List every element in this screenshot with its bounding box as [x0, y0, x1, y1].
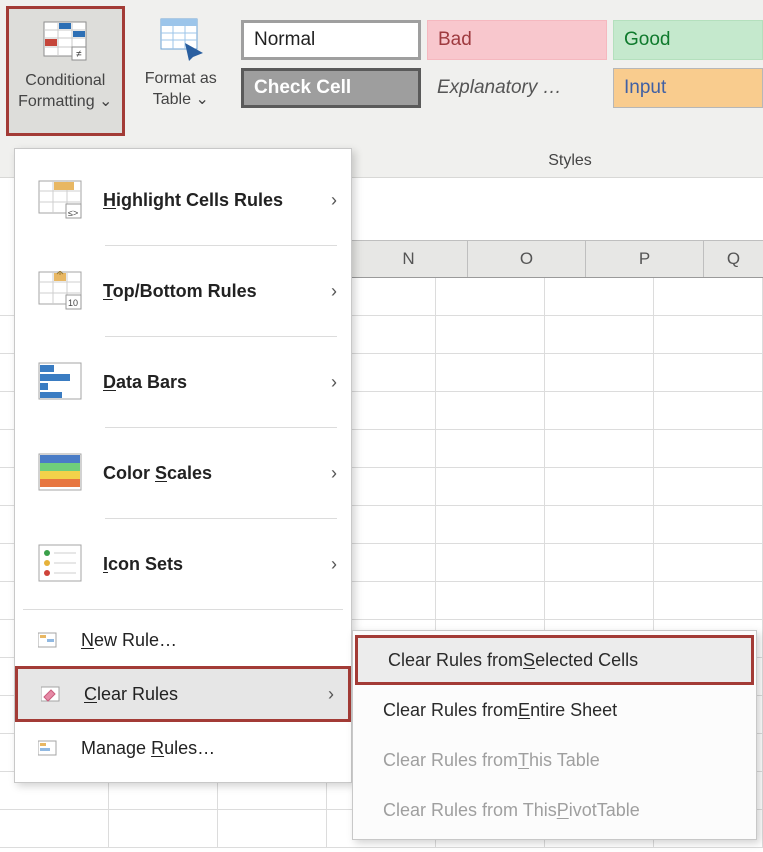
menu-label: Data Bars — [103, 372, 331, 393]
col-header-Q[interactable]: Q — [704, 241, 763, 277]
menu-highlight-cells-rules[interactable]: ≤> Highlight Cells Rules › — [15, 159, 351, 241]
menu-top-bottom-rules[interactable]: 10 Top/Bottom Rules › — [15, 250, 351, 332]
chevron-right-icon: › — [331, 554, 337, 575]
col-header-N[interactable]: N — [350, 241, 468, 277]
style-input[interactable]: Input — [613, 68, 763, 108]
menu-manage-rules[interactable]: Manage Rules… — [15, 722, 351, 774]
menu-separator — [23, 609, 343, 610]
chevron-right-icon: › — [331, 190, 337, 211]
column-headers[interactable]: N O P Q — [350, 240, 763, 278]
style-check-cell[interactable]: Check Cell — [241, 68, 421, 108]
format-as-table-label: Format as Table ⌄ — [144, 69, 218, 111]
menu-separator — [105, 518, 337, 519]
conditional-formatting-menu: ≤> Highlight Cells Rules › 10 Top/Bottom… — [14, 148, 352, 783]
menu-label: Highlight Cells Rules — [103, 190, 331, 211]
color-scales-icon — [37, 450, 83, 496]
data-bars-icon — [37, 359, 83, 405]
chevron-right-icon: › — [328, 684, 334, 705]
conditional-formatting-button[interactable]: ≠ Conditional Formatting ⌄ — [6, 6, 125, 136]
svg-text:≠: ≠ — [76, 49, 82, 60]
menu-label: Color Scales — [103, 463, 331, 484]
clear-rules-submenu: Clear Rules from Selected Cells Clear Ru… — [352, 630, 757, 840]
svg-text:≤>: ≤> — [68, 208, 78, 218]
svg-text:10: 10 — [68, 298, 78, 308]
menu-separator — [105, 336, 337, 337]
menu-new-rule[interactable]: New Rule… — [15, 614, 351, 666]
menu-separator — [105, 427, 337, 428]
styles-group-label: Styles — [450, 152, 690, 170]
col-header-P[interactable]: P — [586, 241, 704, 277]
style-good[interactable]: Good — [613, 20, 763, 60]
conditional-formatting-icon: ≠ — [41, 17, 89, 65]
new-rule-icon — [37, 629, 59, 651]
clear-rules-icon — [40, 683, 62, 705]
col-header-O[interactable]: O — [468, 241, 586, 277]
menu-clear-rules[interactable]: Clear Rules › — [15, 666, 351, 722]
format-as-table-button[interactable]: Format as Table ⌄ — [137, 6, 225, 136]
menu-color-scales[interactable]: Color Scales › — [15, 432, 351, 514]
chevron-right-icon: › — [331, 372, 337, 393]
conditional-formatting-label: Conditional Formatting ⌄ — [15, 71, 116, 113]
menu-icon-sets[interactable]: Icon Sets › — [15, 523, 351, 605]
cell-styles-gallery[interactable]: Normal Bad Good Check Cell Explanatory …… — [241, 20, 763, 108]
style-explanatory[interactable]: Explanatory … — [427, 68, 607, 108]
menu-label: Clear Rules — [84, 684, 328, 705]
menu-label: Top/Bottom Rules — [103, 281, 331, 302]
style-bad[interactable]: Bad — [427, 20, 607, 60]
highlight-cells-icon: ≤> — [37, 177, 83, 223]
top-bottom-icon: 10 — [37, 268, 83, 314]
submenu-clear-this-pivottable: Clear Rules from This PivotTable — [353, 785, 756, 835]
menu-label: Manage Rules… — [81, 738, 337, 759]
submenu-clear-this-table: Clear Rules from This Table — [353, 735, 756, 785]
format-as-table-icon — [157, 15, 205, 63]
chevron-right-icon: › — [331, 281, 337, 302]
chevron-down-icon: ⌄ — [99, 93, 112, 110]
menu-separator — [105, 245, 337, 246]
style-normal[interactable]: Normal — [241, 20, 421, 60]
icon-sets-icon — [37, 541, 83, 587]
menu-label: Icon Sets — [103, 554, 331, 575]
menu-label: New Rule… — [81, 630, 337, 651]
submenu-clear-entire-sheet[interactable]: Clear Rules from Entire Sheet — [353, 685, 756, 735]
chevron-right-icon: › — [331, 463, 337, 484]
submenu-clear-selected-cells[interactable]: Clear Rules from Selected Cells — [355, 635, 754, 685]
chevron-down-icon: ⌄ — [195, 91, 208, 108]
menu-data-bars[interactable]: Data Bars › — [15, 341, 351, 423]
manage-rules-icon — [37, 737, 59, 759]
